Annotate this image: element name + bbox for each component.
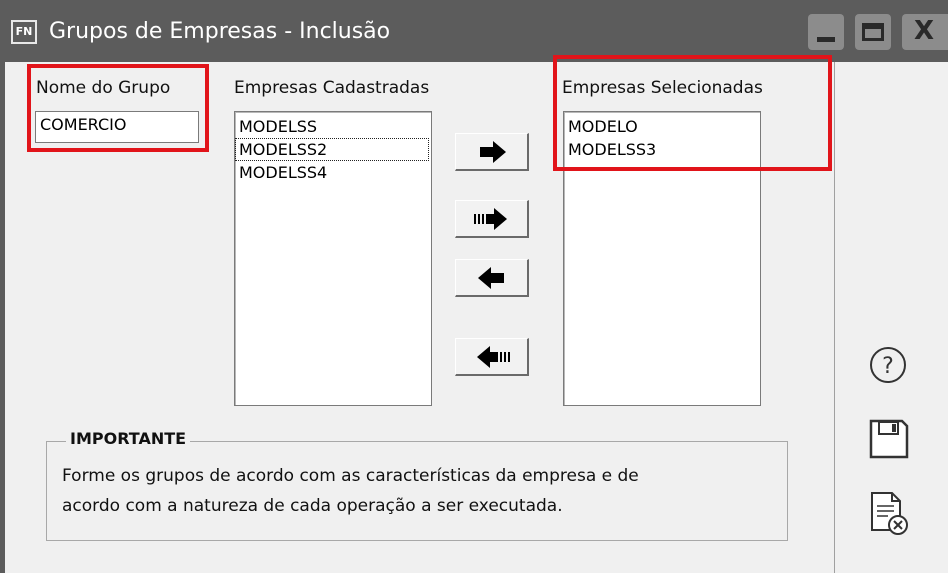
arrow-left-all-icon (477, 346, 510, 368)
close-icon: X (914, 16, 935, 46)
app-icon: FN (11, 20, 37, 44)
remove-one-button[interactable] (455, 259, 529, 297)
save-button[interactable] (868, 418, 910, 460)
dialog-window: FN Grupos de Empresas - Inclusão X Nome … (0, 0, 948, 573)
add-all-button[interactable] (455, 200, 529, 238)
important-groupbox (46, 441, 788, 541)
add-one-button[interactable] (455, 133, 529, 171)
available-companies-label: Empresas Cadastradas (234, 78, 430, 98)
cancel-button[interactable] (868, 490, 910, 538)
close-button[interactable]: X (902, 14, 948, 50)
arrow-right-icon (480, 141, 506, 163)
minimize-button[interactable] (808, 14, 844, 50)
maximize-icon (862, 23, 884, 41)
list-item[interactable]: MODELSS4 (235, 161, 431, 184)
remove-all-button[interactable] (455, 338, 529, 376)
highlight-box-selected-companies (553, 55, 832, 171)
window-title: Grupos de Empresas - Inclusão (49, 19, 391, 44)
list-item[interactable]: MODELSS (235, 115, 431, 138)
important-text-line-1: Forme os grupos de acordo com as caracte… (62, 466, 639, 486)
arrow-right-all-icon (474, 208, 507, 230)
important-text-line-2: acordo com a natureza de cada operação a… (62, 496, 563, 516)
cancel-document-icon (871, 492, 908, 535)
help-icon: ? (870, 347, 906, 383)
window-left-border (0, 62, 5, 573)
arrow-left-icon (478, 267, 504, 289)
important-title: IMPORTANTE (66, 428, 191, 450)
svg-text:?: ? (882, 354, 894, 379)
minimize-icon (817, 37, 835, 42)
save-icon (869, 419, 909, 459)
title-bar[interactable]: FN Grupos de Empresas - Inclusão X (0, 0, 948, 62)
available-companies-list[interactable]: MODELSS MODELSS2 MODELSS4 (234, 111, 432, 406)
highlight-box-group-name (27, 64, 209, 152)
list-item[interactable]: MODELSS2 (235, 138, 429, 161)
maximize-button[interactable] (855, 14, 891, 50)
help-button[interactable]: ? (868, 345, 908, 385)
